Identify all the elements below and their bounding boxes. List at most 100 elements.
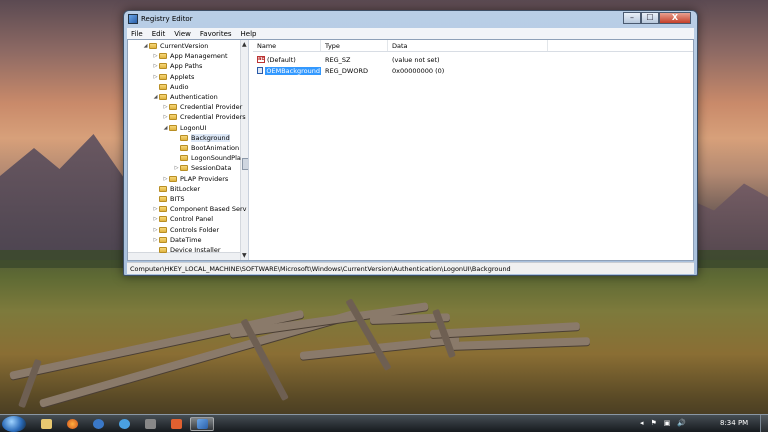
volume-icon[interactable]: 🔊 — [677, 419, 686, 427]
tree-item[interactable]: ◢ CurrentVersion — [142, 41, 209, 51]
expand-icon[interactable]: ▷ — [152, 53, 159, 59]
expand-icon[interactable]: ▷ — [152, 216, 159, 222]
expand-icon[interactable]: ▷ — [173, 165, 180, 171]
editor-panes: ▲ ▼ ◢ CurrentVersion ▷ App Management ▷ App P… — [127, 39, 694, 261]
expand-icon[interactable]: ▷ — [152, 74, 159, 80]
menu-help[interactable]: Help — [241, 30, 257, 38]
tree-item[interactable]: ▷ Credential Provider — [162, 102, 243, 112]
value-data: (value not set) — [392, 55, 440, 64]
menu-view[interactable]: View — [174, 30, 191, 38]
tree-item[interactable]: ▷ PLAP Providers — [162, 174, 229, 184]
show-desktop-button[interactable] — [760, 415, 768, 432]
expand-icon[interactable]: ▷ — [162, 104, 169, 110]
tree-item[interactable]: ▷ DateTime — [152, 235, 202, 245]
tree-item[interactable]: ▷ Controls Folder — [152, 225, 219, 235]
tree-item[interactable]: Background — [173, 133, 230, 143]
folder-icon — [159, 83, 167, 90]
tree-item-label: DateTime — [170, 235, 202, 244]
taskbar-explorer[interactable] — [34, 417, 58, 431]
tree-item[interactable]: BITS — [152, 194, 184, 204]
string-value-icon: ab — [257, 56, 265, 63]
expand-icon[interactable]: ▷ — [152, 227, 159, 233]
tree-item-label: BITS — [170, 195, 185, 203]
start-button[interactable] — [2, 416, 26, 432]
collapse-icon[interactable]: ◢ — [152, 94, 159, 100]
regedit-icon — [196, 419, 208, 429]
folder-icon — [159, 226, 167, 233]
registry-tree[interactable]: ▲ ▼ ◢ CurrentVersion ▷ App Management ▷ App P… — [128, 40, 249, 260]
menu-file[interactable]: File — [131, 30, 143, 38]
menu-favorites[interactable]: Favorites — [200, 30, 232, 38]
tree-item[interactable]: Audio — [152, 82, 188, 92]
system-tray: ◂ ⚑ ▣ 🔊 — [640, 419, 686, 427]
window-controls: – ☐ X — [623, 12, 691, 24]
collapse-icon[interactable]: ◢ — [162, 125, 169, 131]
tree-item[interactable]: ▷ Component Based Serv — [152, 204, 247, 214]
expand-icon[interactable]: ▷ — [152, 237, 159, 243]
title-bar[interactable]: Registry Editor – ☐ X — [124, 11, 697, 28]
taskbar-wireless[interactable] — [138, 417, 162, 431]
folder-icon — [159, 247, 167, 253]
tree-item[interactable]: BitLocker — [152, 184, 200, 194]
maximize-button[interactable]: ☐ — [641, 12, 659, 24]
tree-item-label: Component Based Serv — [170, 205, 247, 214]
value-name: (Default) — [267, 55, 296, 64]
fence-rail — [449, 337, 591, 350]
minimize-button[interactable]: – — [623, 12, 641, 24]
scroll-down-icon[interactable]: ▼ — [242, 252, 247, 259]
taskbar-regedit[interactable] — [190, 417, 214, 431]
folder-icon — [149, 43, 157, 49]
tree-item[interactable]: ▷ App Paths — [152, 61, 203, 71]
expand-icon[interactable]: ▷ — [162, 114, 169, 120]
taskbar-network[interactable] — [86, 417, 110, 431]
tree-item-label: App Paths — [170, 62, 203, 71]
taskbar-firefox[interactable] — [60, 417, 84, 431]
menu-bar: File Edit View Favorites Help — [127, 28, 694, 39]
tree-item[interactable]: ◢ Authentication — [152, 92, 218, 102]
scroll-up-icon[interactable]: ▲ — [242, 41, 247, 48]
column-name-header[interactable]: Name — [253, 40, 321, 51]
menu-edit[interactable]: Edit — [152, 30, 166, 38]
status-bar: Computer\HKEY_LOCAL_MACHINE\SOFTWARE\Mic… — [127, 262, 694, 274]
tree-item-label: Applets — [170, 72, 195, 81]
tree-item-label: Audio — [170, 82, 189, 91]
taskbar-ie[interactable] — [112, 417, 136, 431]
scroll-thumb[interactable] — [242, 158, 248, 170]
tree-item[interactable]: ▷ Applets — [152, 72, 195, 82]
fence-post — [18, 358, 42, 409]
tree-item-label: App Management — [170, 52, 228, 61]
tree-item-label: SessionData — [191, 164, 232, 173]
tree-item[interactable]: ◢ LogonUI — [162, 123, 207, 133]
tree-item[interactable]: ▷ Credential Providers — [162, 112, 246, 122]
tree-item[interactable]: ▷ App Management — [152, 51, 228, 61]
ie-icon — [118, 419, 130, 429]
tree-item[interactable]: ▷ Control Panel — [152, 214, 214, 224]
network-tray-icon[interactable]: ▣ — [664, 419, 671, 427]
folder-icon — [159, 196, 167, 202]
expand-icon[interactable]: ▷ — [152, 206, 159, 212]
folder-icon — [159, 73, 167, 80]
close-button[interactable]: X — [659, 12, 691, 24]
tree-item-label: Credential Provider — [180, 103, 243, 112]
tree-vertical-scrollbar[interactable]: ▲ ▼ — [240, 40, 248, 260]
list-header: Name Type Data — [253, 40, 693, 52]
tree-item-label: Device Installer — [170, 246, 221, 254]
taskbar-app[interactable] — [164, 417, 188, 431]
tray-expand-icon[interactable]: ◂ — [640, 419, 644, 427]
column-data-header[interactable]: Data — [388, 40, 548, 51]
tree-item[interactable]: LogonSoundPla — [173, 153, 241, 163]
collapse-icon[interactable]: ◢ — [142, 43, 149, 49]
column-type-header[interactable]: Type — [321, 40, 388, 51]
regedit-icon — [128, 14, 138, 24]
value-row-oembackground[interactable]: OEMBackground REG_DWORD 0x00000000 (0) — [253, 65, 548, 76]
action-center-icon[interactable]: ⚑ — [651, 419, 657, 427]
expand-icon[interactable]: ▷ — [152, 63, 159, 69]
value-row-default[interactable]: ab (Default) REG_SZ (value not set) — [253, 54, 548, 65]
tree-item-label: Credential Providers — [180, 113, 246, 122]
expand-icon[interactable]: ▷ — [162, 176, 169, 182]
clock[interactable]: 8:34 PM — [720, 419, 748, 427]
tree-item[interactable]: Device Installer — [152, 245, 221, 255]
tree-item[interactable]: ▷ SessionData — [173, 163, 232, 173]
tree-item[interactable]: BootAnimation — [173, 143, 239, 153]
taskbar: ◂ ⚑ ▣ 🔊 8:34 PM — [0, 414, 768, 432]
